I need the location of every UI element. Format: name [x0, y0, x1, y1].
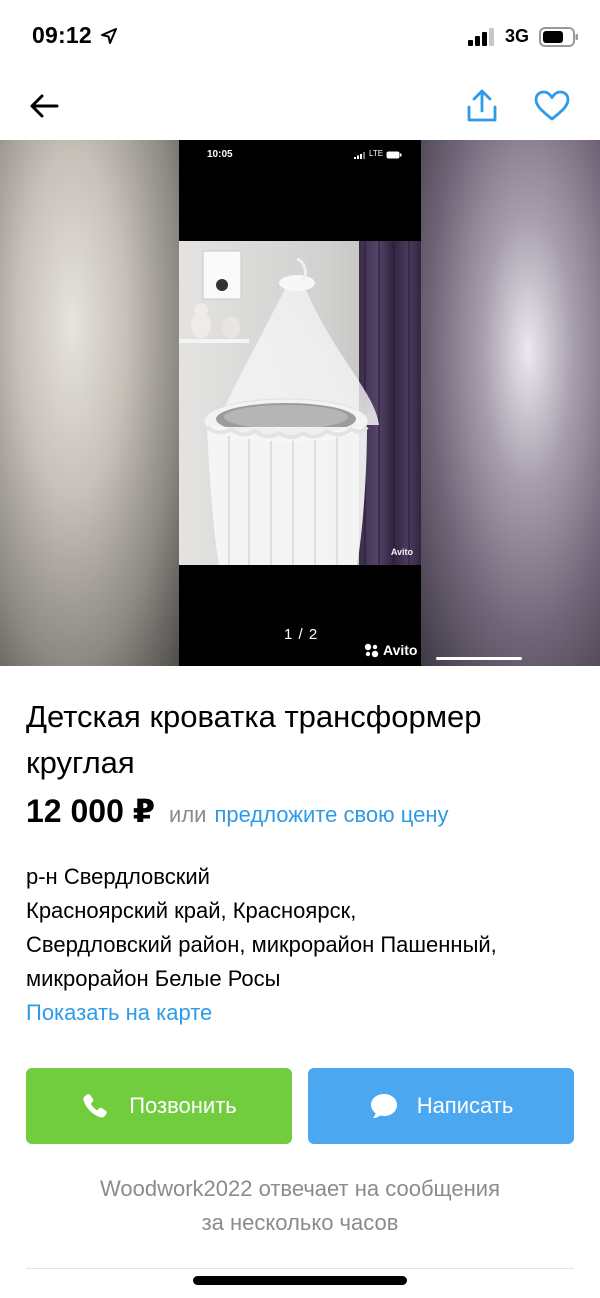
gallery-blur-left: [0, 140, 180, 666]
crib-photo: Avito: [179, 241, 421, 565]
share-button[interactable]: [460, 84, 504, 128]
status-bar: 09:12 3G: [0, 0, 600, 74]
address-line: микрорайон Белые Росы: [26, 966, 281, 991]
call-button-label: Позвонить: [129, 1093, 237, 1118]
seller-response-note: Woodwork2022 отвечает на сообщения за не…: [30, 1172, 570, 1240]
avito-logo-icon: [364, 643, 379, 657]
back-button[interactable]: [22, 86, 66, 126]
photo-home-indicator: [436, 657, 522, 660]
heart-icon: [534, 90, 570, 121]
share-icon: [467, 89, 497, 122]
status-time: 09:12: [32, 22, 92, 48]
show-on-map-link[interactable]: Показать на карте: [26, 996, 212, 1030]
photo-counter: 1 / 2: [284, 626, 319, 643]
photo-gallery[interactable]: 10:05 LTE Avito 1 / 2 Avito: [0, 140, 600, 666]
gallery-blur-right: [420, 140, 600, 666]
avito-logo-text: Avito: [383, 642, 418, 658]
offer-price-link[interactable]: предложите свою цену: [214, 802, 448, 828]
price-or-text: или: [169, 802, 207, 827]
divider: [26, 1268, 574, 1269]
home-indicator: [193, 1276, 407, 1285]
photo-inner-watermark: Avito: [390, 547, 413, 557]
battery-icon: [539, 27, 578, 47]
listing-photo[interactable]: 10:05 LTE Avito: [179, 140, 522, 666]
price: 12 000 ₽: [26, 793, 156, 829]
signal-icon: [468, 28, 494, 46]
photo-network: LTE: [369, 149, 384, 158]
address-line: Свердловский район, микрорайон Пашенный,: [26, 932, 497, 957]
location-arrow-icon: [101, 28, 117, 44]
address: р-н Свердловский Красноярский край, Крас…: [26, 860, 586, 996]
phone-icon: [83, 1094, 107, 1118]
photo-signal-icon: [354, 152, 365, 159]
message-button-label: Написать: [416, 1093, 514, 1118]
photo-status-time: 10:05: [207, 149, 233, 160]
address-line: р-н Свердловский: [26, 864, 210, 889]
arrow-left-icon: [30, 94, 59, 118]
seller-response-line: Woodwork2022 отвечает на сообщения: [100, 1176, 500, 1201]
network-type: 3G: [505, 26, 530, 46]
avito-watermark: Avito: [364, 642, 417, 658]
call-button[interactable]: Позвонить: [26, 1068, 292, 1144]
crib-image: [179, 241, 421, 565]
nav-bar: [0, 74, 600, 140]
chat-bubble-icon: [370, 1094, 397, 1118]
seller-response-line: за несколько часов: [201, 1210, 399, 1235]
price-row: 12 000 ₽ или предложите свою цену: [26, 792, 448, 830]
photo-battery-icon: [386, 151, 402, 159]
favorite-button[interactable]: [530, 84, 574, 128]
message-button[interactable]: Написать: [308, 1068, 574, 1144]
address-line: Красноярский край, Красноярск,: [26, 898, 357, 923]
listing-title: Детская кроватка трансформер круглая: [26, 699, 482, 780]
